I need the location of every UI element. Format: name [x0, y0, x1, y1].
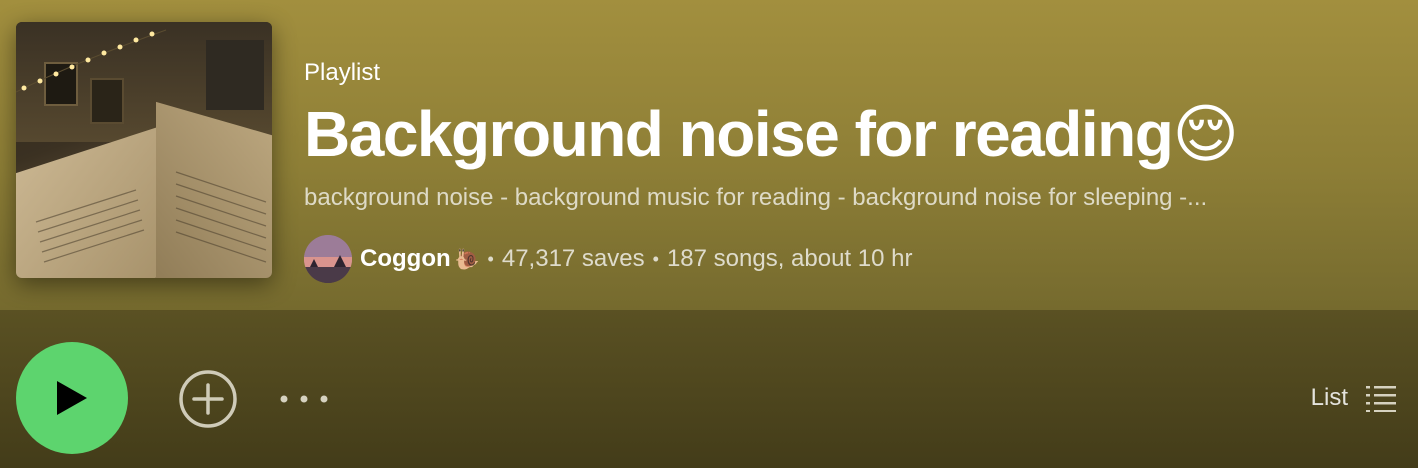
add-circle-icon [179, 370, 237, 428]
view-mode-label: List [1310, 384, 1348, 411]
add-to-library-button[interactable] [178, 369, 238, 429]
playlist-title-text: Background noise for reading [304, 98, 1174, 170]
owner-avatar[interactable] [304, 235, 352, 283]
cover-text-lines [35, 171, 267, 263]
separator-dot: • [652, 248, 659, 269]
playlist-summary: 187 songs, about 10 hr [666, 245, 913, 272]
owner-name-link[interactable]: Coggon [360, 245, 451, 273]
list-view-icon [1366, 386, 1396, 412]
playlist-title: Background noise for reading😌 [304, 92, 1394, 176]
avatar-landscape [304, 235, 352, 283]
play-icon [57, 381, 87, 415]
more-options-icon [280, 395, 328, 403]
saves-count: 47,317 saves [501, 245, 645, 272]
playlist-description: background noise - background music for … [304, 184, 1208, 211]
play-button[interactable] [16, 342, 128, 454]
snail-emoji: 🐌 [454, 248, 480, 271]
playlist-meta: Playlist Background noise for reading😌 b… [304, 56, 1394, 283]
more-options-button[interactable] [276, 384, 332, 414]
relieved-face-emoji: 😌 [1172, 98, 1239, 170]
separator-dot: • [487, 248, 494, 269]
view-mode-toggle[interactable]: List [1311, 376, 1396, 420]
playlist-cover-image[interactable] [16, 22, 272, 278]
playlist-byline: Coggon 🐌 • 47,317 saves • 187 songs, abo… [304, 235, 1394, 283]
playlist-type-label: Playlist [304, 59, 381, 86]
